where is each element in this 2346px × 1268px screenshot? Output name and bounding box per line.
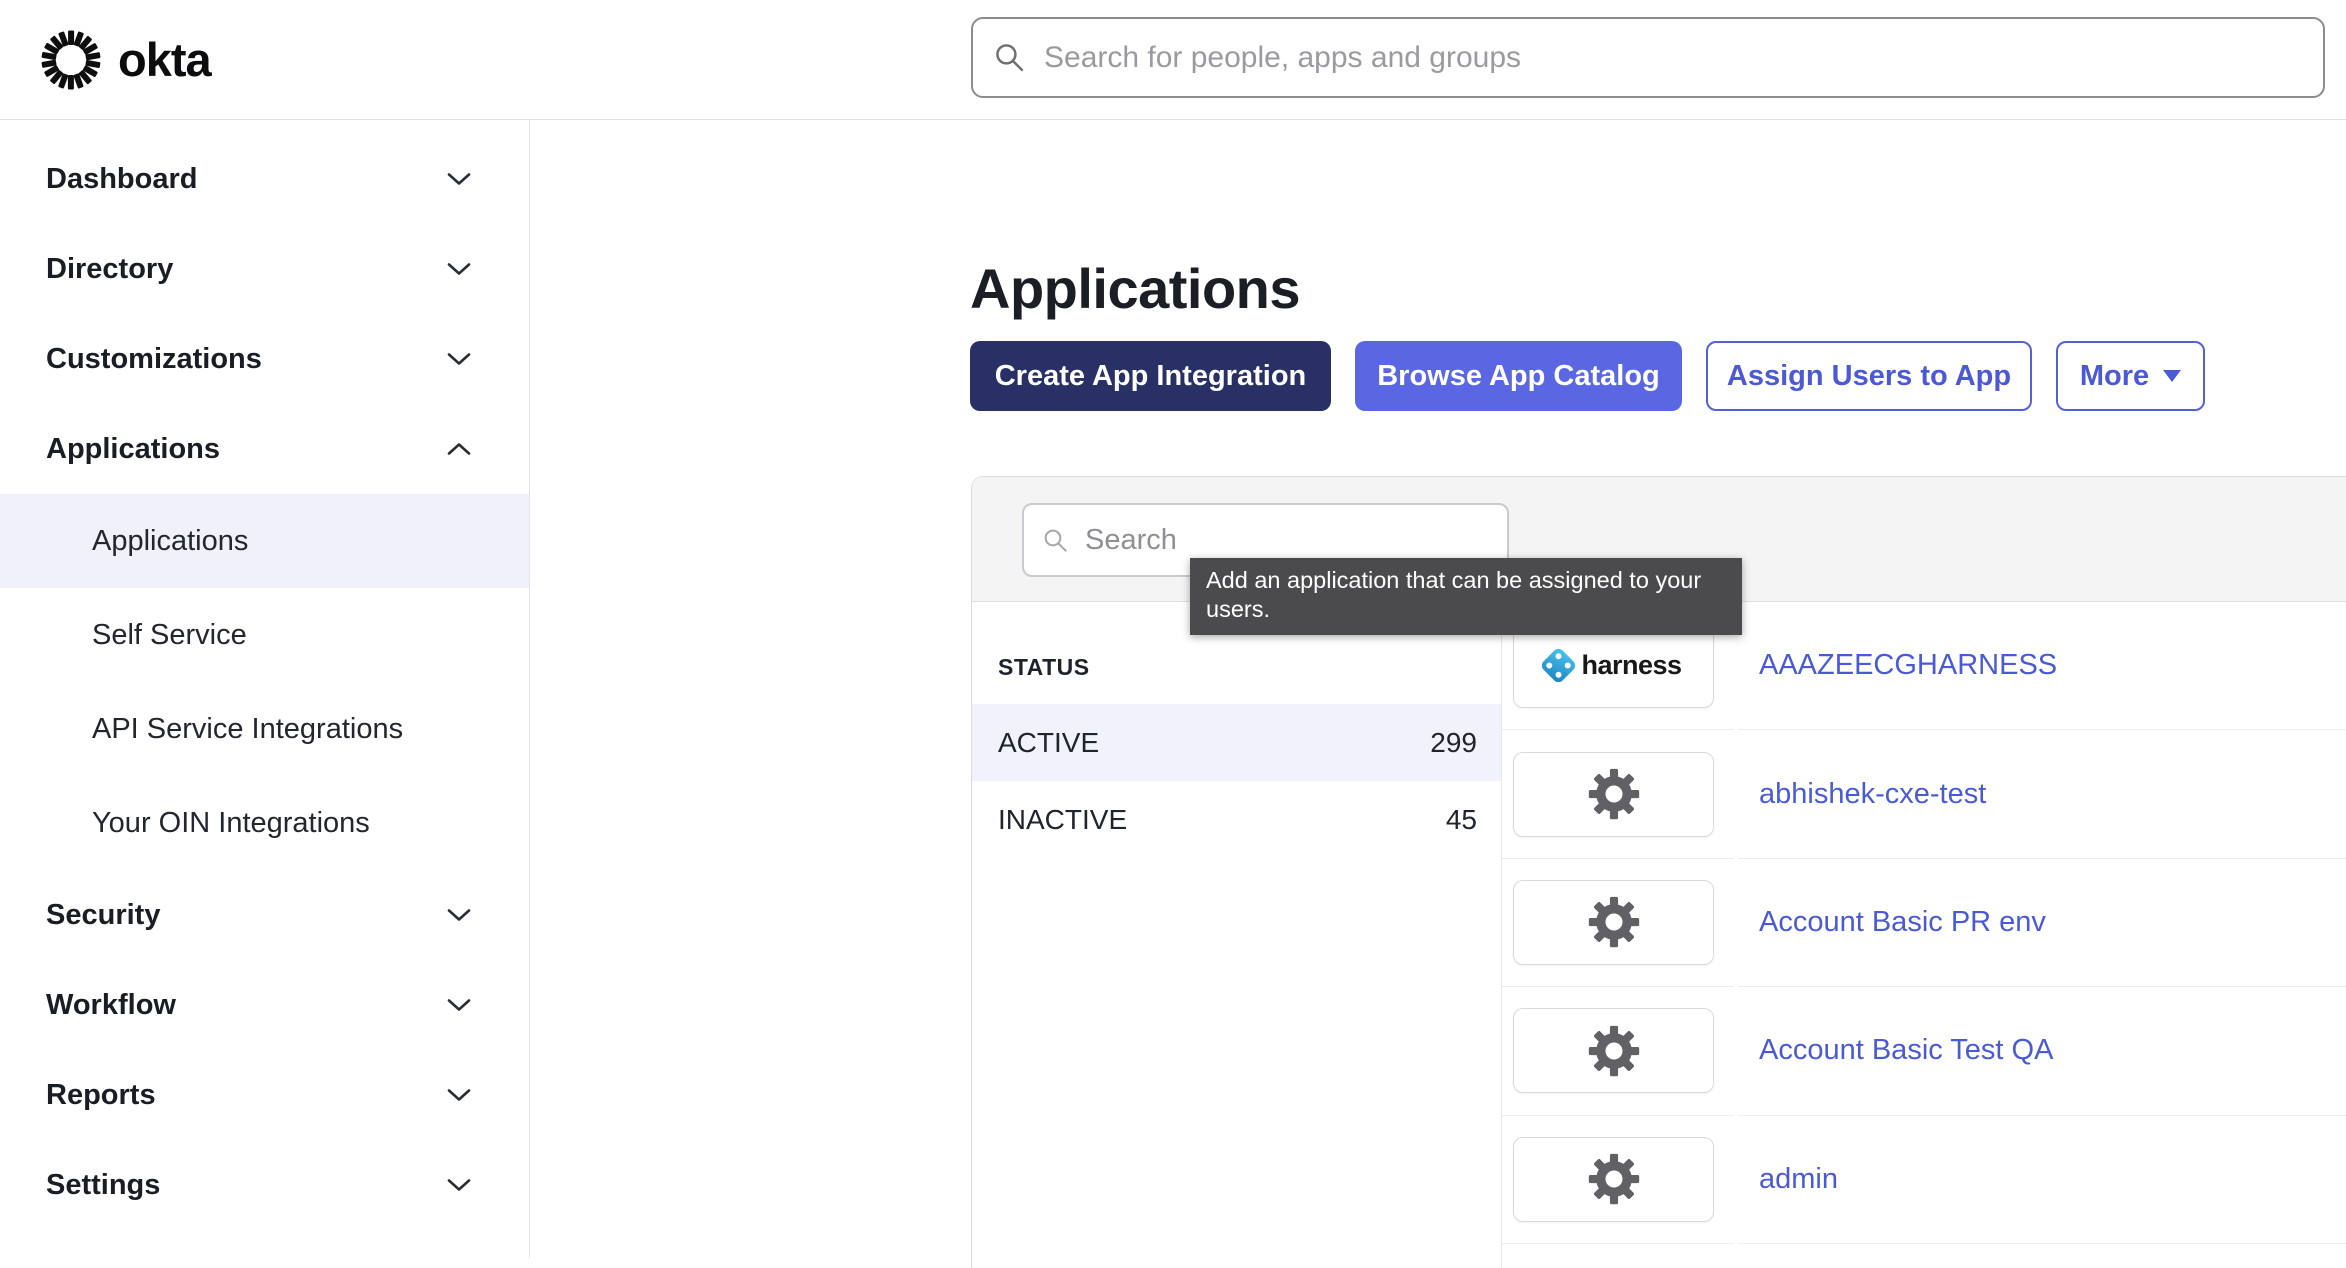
sidebar-item-label: Directory (46, 253, 173, 286)
create-app-integration-button[interactable]: Create App Integration (970, 341, 1331, 411)
chevron-down-icon (447, 1178, 471, 1192)
app-link[interactable]: Account Basic PR env (1759, 906, 2046, 939)
sidebar-item-directory[interactable]: Directory (0, 224, 529, 314)
app-link[interactable]: AAAZEECGHARNESS (1759, 649, 2057, 682)
more-button-label: More (2080, 360, 2149, 393)
sidebar-item-label: Settings (46, 1169, 160, 1202)
app-icon-card[interactable] (1513, 752, 1714, 837)
gear-icon (1588, 1153, 1640, 1205)
search-icon (993, 41, 1026, 74)
sidebar-item-security[interactable]: Security (0, 870, 529, 960)
status-label: ACTIVE (998, 727, 1099, 759)
sidebar-item-label: Dashboard (46, 163, 197, 196)
assign-users-to-app-button[interactable]: Assign Users to App (1706, 341, 2032, 411)
sidebar-item-reports[interactable]: Reports (0, 1050, 529, 1140)
app-icon-cell (1502, 1116, 1734, 1244)
applications-panel-body: STATUS ACTIVE 299 INACTIVE 45 harness (972, 602, 2346, 1268)
status-filter: STATUS ACTIVE 299 INACTIVE 45 (972, 602, 1502, 1268)
app-list: harness AAAZEECGHARNESS abhishek-c (1502, 602, 2346, 1268)
sidebar-subitem-your-oin-integrations[interactable]: Your OIN Integrations (0, 776, 529, 870)
sidebar-subitem-label: Self Service (92, 619, 247, 652)
app-row: Account Basic PR env (1502, 859, 2346, 987)
more-button[interactable]: More (2056, 341, 2205, 411)
sidebar-item-workflow[interactable]: Workflow (0, 960, 529, 1050)
gear-icon (1588, 896, 1640, 948)
app-icon-cell (1502, 987, 1734, 1115)
sidebar-subitem-applications[interactable]: Applications (0, 494, 529, 588)
app-link[interactable]: abhishek-cxe-test (1759, 778, 1986, 811)
sidebar-subitem-label: Applications (92, 525, 248, 558)
app-row: Account Basic Test QA (1502, 987, 2346, 1115)
harness-logo-icon: harness (1545, 650, 1681, 681)
status-row-active[interactable]: ACTIVE 299 (972, 704, 1501, 781)
app-icon-cell (1502, 730, 1734, 858)
action-button-row: Create App Integration Browse App Catalo… (970, 341, 2205, 411)
sidebar-subitem-label: API Service Integrations (92, 713, 403, 746)
search-icon (1042, 527, 1069, 554)
sidebar-subitem-api-service-integrations[interactable]: API Service Integrations (0, 682, 529, 776)
brand-wordmark: okta (118, 32, 211, 87)
sidebar: Dashboard Directory Customizations Appli… (0, 119, 530, 1258)
app-row: abhishek-cxe-test (1502, 730, 2346, 858)
chevron-down-icon (447, 908, 471, 922)
sidebar-item-dashboard[interactable]: Dashboard (0, 134, 529, 224)
chevron-down-icon (447, 998, 471, 1012)
app-name-cell: Account Basic Test QA (1738, 987, 2346, 1115)
app-icon-cell (1502, 859, 1734, 987)
harness-logo-text: harness (1581, 650, 1681, 681)
gear-icon (1588, 1025, 1640, 1077)
sidebar-subitem-self-service[interactable]: Self Service (0, 588, 529, 682)
top-bar: okta (0, 0, 2346, 120)
status-count: 299 (1430, 727, 1477, 759)
sidebar-item-label: Customizations (46, 343, 262, 376)
browse-app-catalog-button[interactable]: Browse App Catalog (1355, 341, 1682, 411)
okta-logo-icon (40, 29, 102, 91)
gear-icon (1588, 768, 1640, 820)
apps-search-input[interactable] (1083, 523, 1489, 558)
caret-down-icon (2163, 370, 2181, 382)
chevron-up-icon (447, 442, 471, 456)
brand: okta (40, 0, 211, 119)
app-link[interactable]: Account Basic Test QA (1759, 1034, 2053, 1067)
app-link[interactable]: admin (1759, 1163, 1838, 1196)
status-row-inactive[interactable]: INACTIVE 45 (972, 781, 1501, 858)
sidebar-item-customizations[interactable]: Customizations (0, 314, 529, 404)
sidebar-subitem-label: Your OIN Integrations (92, 807, 370, 840)
app-name-cell: Account Basic PR env (1738, 859, 2346, 987)
tooltip: Add an application that can be assigned … (1190, 558, 1742, 635)
app-row: admin (1502, 1116, 2346, 1244)
global-search (971, 17, 2325, 98)
sidebar-item-label: Applications (46, 433, 220, 466)
okta-admin-console: { "topbar": { "brand": "okta", "search_p… (0, 0, 2346, 1258)
sidebar-item-label: Security (46, 899, 160, 932)
status-label: INACTIVE (998, 804, 1127, 836)
chevron-down-icon (447, 1088, 471, 1102)
app-name-cell: AAAZEECGHARNESS (1738, 602, 2346, 730)
status-count: 45 (1446, 804, 1477, 836)
sidebar-item-applications[interactable]: Applications (0, 404, 529, 494)
sidebar-item-label: Reports (46, 1079, 156, 1112)
global-search-input[interactable] (1042, 40, 2303, 76)
sidebar-item-settings[interactable]: Settings (0, 1140, 529, 1230)
sidebar-item-label: Workflow (46, 989, 176, 1022)
app-icon-card[interactable] (1513, 1008, 1714, 1093)
chevron-down-icon (447, 172, 471, 186)
app-icon-card[interactable]: harness (1513, 623, 1714, 708)
chevron-down-icon (447, 262, 471, 276)
app-icon-card[interactable] (1513, 880, 1714, 965)
app-name-cell: abhishek-cxe-test (1738, 730, 2346, 858)
app-name-cell: admin (1738, 1116, 2346, 1244)
page-title: Applications (970, 260, 1300, 318)
chevron-down-icon (447, 352, 471, 366)
app-icon-card[interactable] (1513, 1137, 1714, 1222)
